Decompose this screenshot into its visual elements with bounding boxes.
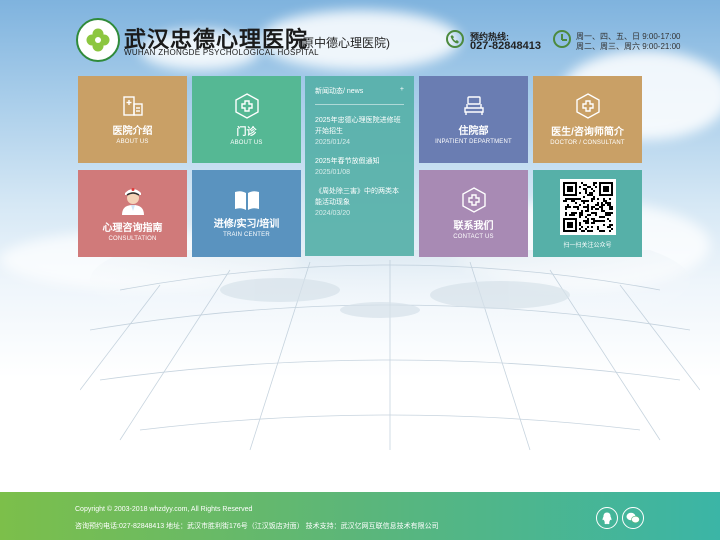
news-more-button[interactable]: + [400,86,404,96]
hotline-number[interactable]: 027-82848413 [470,40,541,52]
tile-subtitle: ABOUT US [116,139,149,145]
tile-title: 心理咨询指南 [102,223,163,234]
site-footer: Copyright © 2003-2018 whzdyy.com, All Ri… [0,492,720,540]
medical-cross-icon [575,93,600,119]
news-header: 新闻动态/ news + [315,86,404,105]
news-title[interactable]: 《周处除三害》中的两类本能活动现象 [315,186,404,208]
tile-subtitle: DOCTOR / CONSULTANT [550,140,625,146]
wechat-icon[interactable] [622,507,644,529]
tile-train-center[interactable]: 进修/实习/培训 TRAIN CENTER [192,170,301,257]
tile-subtitle: CONTACT US [453,234,494,240]
tile-subtitle: ABOUT US [230,140,263,146]
tile-subtitle: CONSULTATION [108,236,157,242]
tile-subtitle: INPATIENT DEPARTMENT [435,139,512,145]
tile-about-us[interactable]: 医院介绍 ABOUT US [78,76,187,163]
phone-icon [446,30,464,48]
news-date: 2025/01/24 [315,139,351,146]
medical-cross-icon [234,93,259,119]
news-title[interactable]: 2025年忠德心理医院进修班开始招生 [315,115,404,137]
tile-subtitle: TRAIN CENTER [223,232,270,238]
tile-contact-us[interactable]: 联系我们 CONTACT US [419,170,528,257]
news-heading: 新闻动态/ news [315,88,364,95]
clover-logo-icon [86,28,110,52]
building-icon [122,96,143,116]
site-header: 武汉忠德心理医院 WUHAN ZHONGDE PSYCHOLOGICAL HOS… [0,0,720,70]
qq-icon[interactable] [596,507,618,529]
tile-title: 住院部 [458,126,489,137]
tile-doctors[interactable]: 医生/咨询师简介 DOCTOR / CONSULTANT [533,76,642,163]
doctor-icon [121,188,144,215]
tile-title: 联系我们 [453,221,494,232]
hospital-name-english: WUHAN ZHONGDE PSYCHOLOGICAL HOSPITAL [124,48,319,57]
tile-title: 门诊 [236,127,257,138]
copyright-text: Copyright © 2003-2018 whzdyy.com, All Ri… [75,506,253,513]
qr-code-icon [559,178,616,235]
news-date: 2025/01/08 [315,169,351,176]
news-item[interactable]: 《周处除三害》中的两类本能活动现象 2024/03/20 [315,186,404,217]
former-name: (原中德心理医院) [298,36,390,50]
footer-contact-text: 咨询预约电话:027-82848413 地址：武汉市胜利街176号（江汉饭店对面… [75,523,439,530]
tile-consultation[interactable]: 心理咨询指南 CONSULTATION [78,170,187,257]
news-item[interactable]: 2025年忠德心理医院进修班开始招生 2025/01/24 [315,115,404,146]
qr-code-tile: 扫一扫关注公众号 [533,170,642,257]
clock-icon [553,30,571,48]
hospital-logo[interactable] [76,18,120,62]
tile-inpatient[interactable]: 住院部 INPATIENT DEPARTMENT [419,76,528,163]
tile-title: 进修/实习/培训 [213,219,280,230]
tile-clinic[interactable]: 门诊 ABOUT US [192,76,301,163]
globe-grid-background [80,250,700,451]
tile-title: 医生/咨询师简介 [551,127,624,138]
book-icon [234,191,259,210]
qr-caption: 扫一扫关注公众号 [563,242,612,249]
tile-title: 医院介绍 [112,126,153,137]
news-panel: 新闻动态/ news + 2025年忠德心理医院进修班开始招生 2025/01/… [305,76,414,256]
news-title[interactable]: 2025年春节放假通知 [315,156,404,167]
news-item[interactable]: 2025年春节放假通知 2025/01/08 [315,156,404,176]
news-date: 2024/03/20 [315,210,351,217]
bed-icon [463,96,484,115]
opening-hours-line: 周二、周三、周六 9:00-21:00 [576,42,681,51]
medical-cross-icon [461,187,486,213]
